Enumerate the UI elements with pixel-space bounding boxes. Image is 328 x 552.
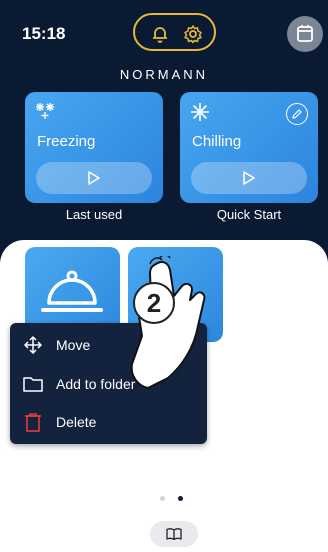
book-icon xyxy=(166,528,182,541)
header-area: 15:18 NORMANN Freezing Last used Chillin… xyxy=(0,0,328,262)
program-card-chilling[interactable]: Chilling xyxy=(180,92,318,203)
menu-item-delete[interactable]: Delete xyxy=(22,410,96,434)
snowflakes-icon xyxy=(36,103,54,119)
move-arrows-icon xyxy=(24,336,42,354)
guide-button[interactable] xyxy=(150,521,198,547)
page-dot xyxy=(160,496,165,501)
menu-item-label: Delete xyxy=(56,414,97,430)
status-time: 15:18 xyxy=(22,24,66,43)
pointing-hand-icon xyxy=(130,256,206,389)
header-actions xyxy=(133,13,216,51)
tutorial-step-badge: 2 xyxy=(133,282,175,324)
play-button[interactable] xyxy=(191,162,307,194)
calendar-icon xyxy=(297,25,313,42)
trash-icon xyxy=(25,413,41,432)
menu-item-label: Move xyxy=(56,337,91,353)
page-dot-active xyxy=(178,496,183,501)
gear-icon[interactable] xyxy=(182,23,204,45)
snowflake-icon xyxy=(191,103,209,121)
play-icon xyxy=(243,171,255,185)
folder-icon xyxy=(23,377,43,392)
cloche-icon xyxy=(41,270,103,312)
calendar-button[interactable] xyxy=(287,16,323,52)
menu-item-move[interactable]: Move xyxy=(22,333,90,357)
program-card-freezing[interactable]: Freezing xyxy=(25,92,163,203)
play-button[interactable] xyxy=(36,162,152,194)
edit-button[interactable] xyxy=(286,103,308,125)
card-caption-last-used: Last used xyxy=(65,207,123,222)
brand-logo: NORMANN xyxy=(119,67,209,82)
play-icon xyxy=(88,171,100,185)
bell-icon[interactable] xyxy=(149,23,171,45)
pencil-icon xyxy=(292,109,302,119)
card-label: Freezing xyxy=(37,133,96,150)
card-caption-quick-start: Quick Start xyxy=(216,207,282,222)
card-label: Chilling xyxy=(192,133,242,150)
